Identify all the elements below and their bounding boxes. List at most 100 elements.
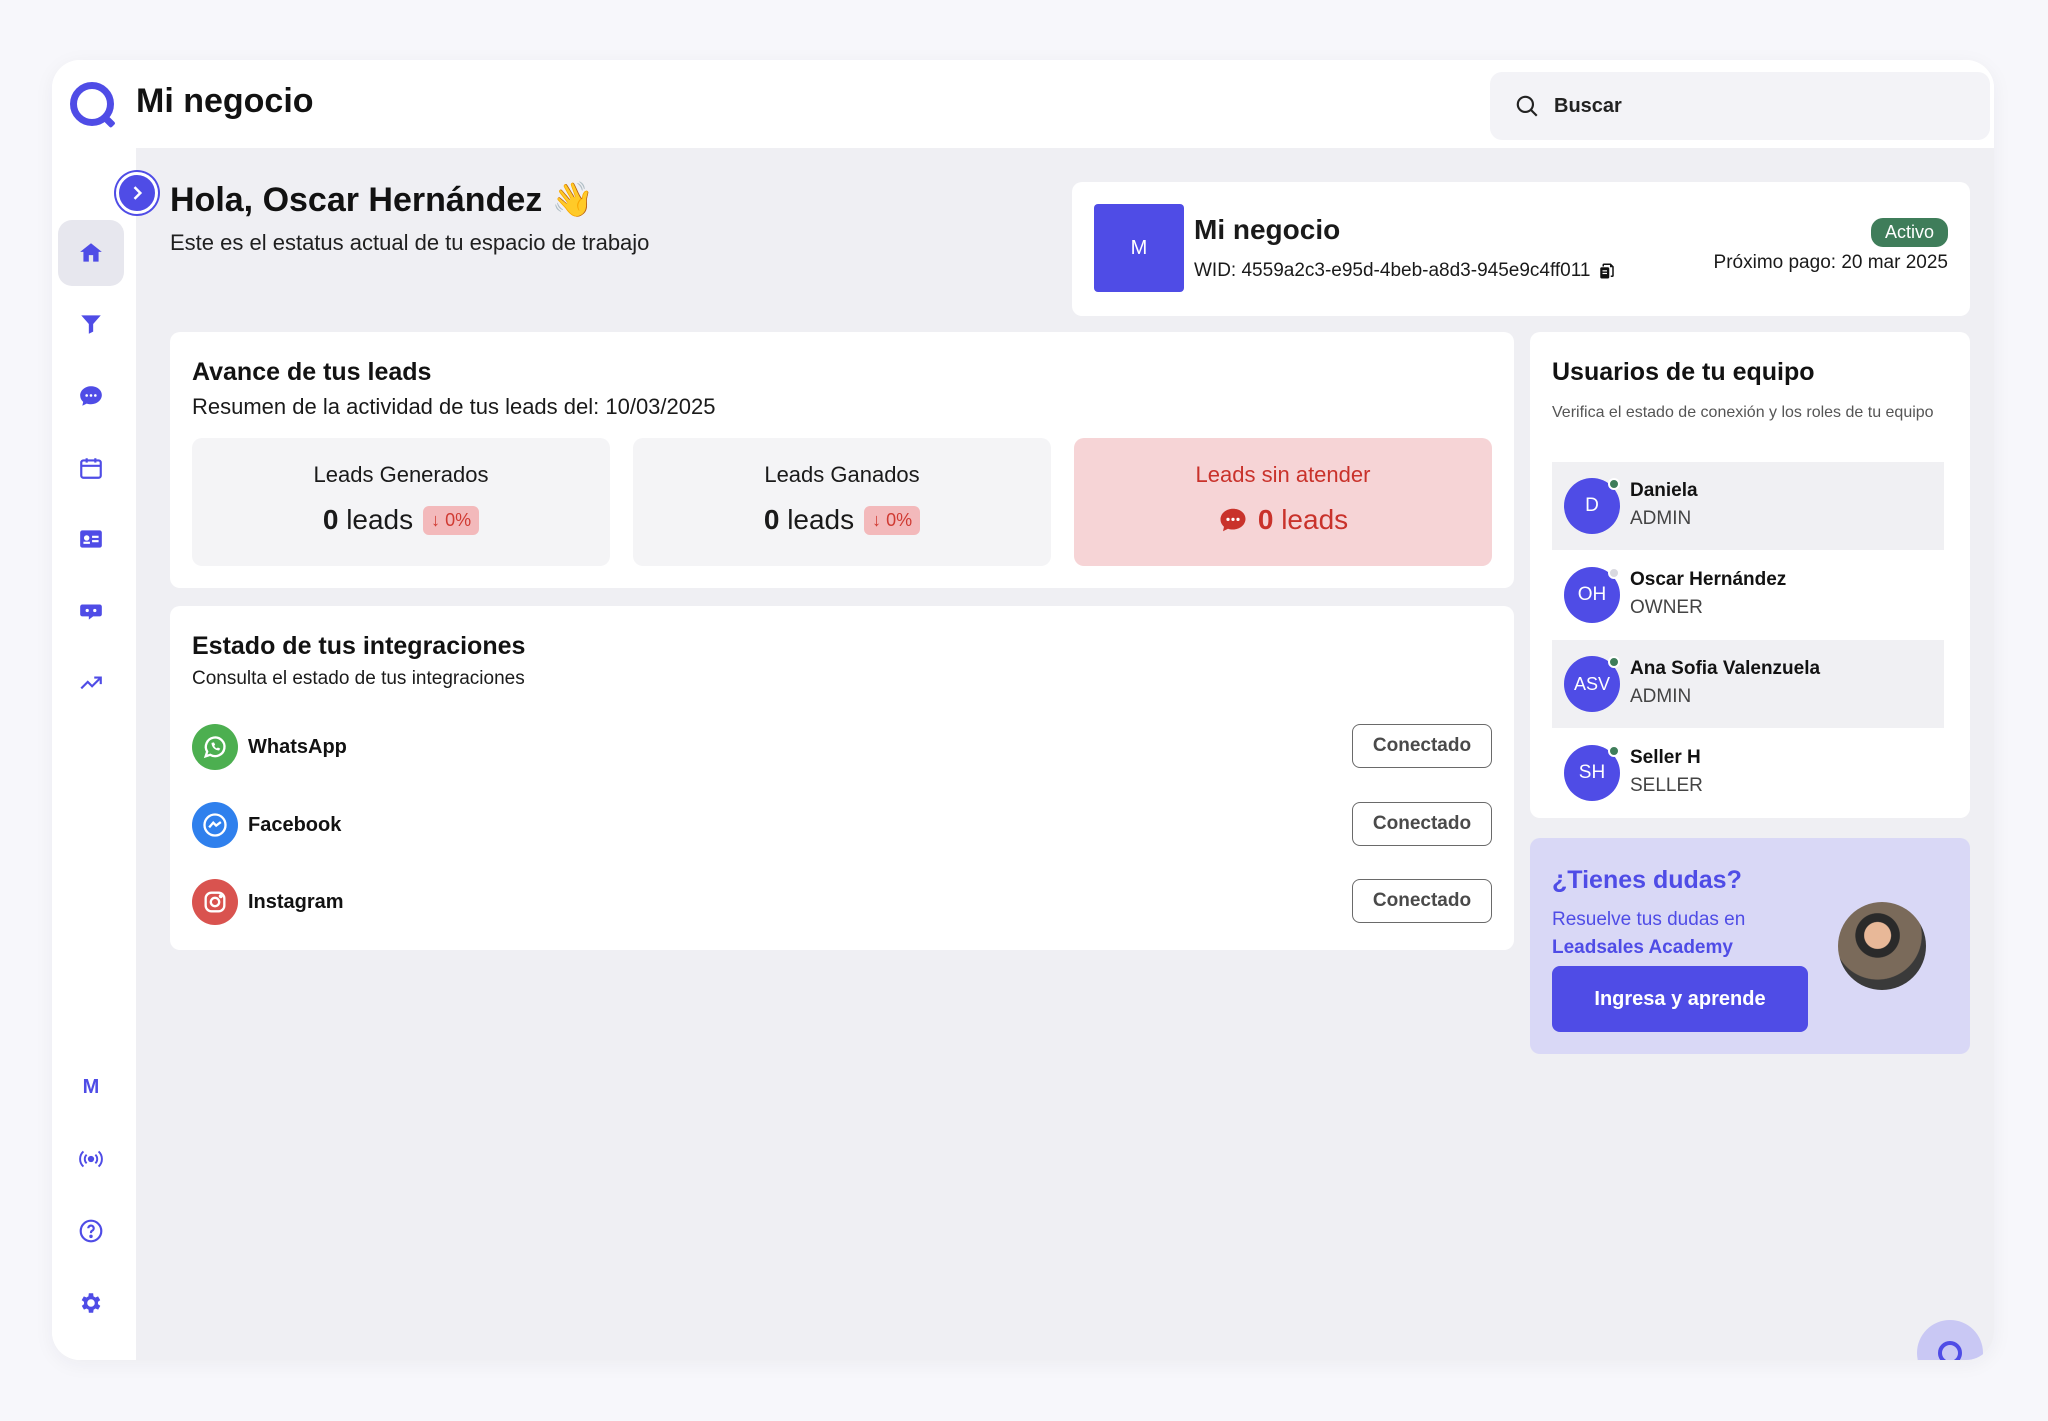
workspace-letter: M [82,1075,100,1098]
integrations-card: Estado de tus integraciones Consulta el … [170,606,1514,950]
copy-icon[interactable] [1598,261,1616,281]
support-chat-icon [1938,1341,1962,1360]
sidebar-item-funnel[interactable] [58,291,124,357]
leads-generated-value: 0 leads ↓ 0% [192,504,610,536]
page-title: Hola, Oscar Hernández 👋 [170,181,595,219]
integration-status-button-whatsapp[interactable]: Conectado [1352,724,1492,768]
sidebar-item-bots[interactable] [58,578,124,644]
business-wid: WID: 4559a2c3-e95d-4beb-a8d3-945e9c4ff01… [1194,260,1616,282]
funnel-icon [81,315,101,334]
team-member-row[interactable]: SH Seller H SELLER [1552,729,1944,817]
app-title: Mi negocio [136,82,314,120]
help-text: Resuelve tus dudas en Leadsales Academy [1552,906,1745,962]
member-name: Oscar Hernández [1630,569,1787,590]
leads-unattended-value: 0 leads [1074,504,1492,536]
leads-won-unit: leads [787,504,855,535]
team-member-row[interactable]: ASV Ana Sofia Valenzuela ADMIN [1552,640,1944,728]
leads-unattended-unit: leads [1281,504,1349,535]
chat-alert-icon [1220,508,1246,532]
online-status-dot [1608,656,1620,668]
sidebar-item-help[interactable] [58,1198,124,1264]
integration-name: WhatsApp [248,736,347,758]
advisor-photo [1838,902,1926,990]
integrations-subtitle: Consulta el estado de tus integraciones [192,668,525,689]
business-avatar: M [1094,204,1184,292]
sidebar-item-settings[interactable] [58,1270,124,1336]
calendar-icon [80,458,102,479]
integrations-title: Estado de tus integraciones [192,632,526,660]
member-role: SELLER [1630,775,1703,796]
sidebar-item-chat[interactable] [58,363,124,429]
sidebar-item-workspace[interactable]: M [58,1054,124,1120]
broadcast-icon [79,1150,103,1168]
settings-icon [81,1293,101,1313]
next-payment: Próximo pago: 20 mar 2025 [1713,252,1948,273]
contact-card-icon [80,530,102,548]
integration-name: Facebook [248,814,342,836]
sidebar-item-home[interactable] [58,220,124,286]
leads-subtitle: Resumen de la actividad de tus leads del… [192,394,716,419]
sidebar-item-contacts[interactable] [58,506,124,572]
help-title: ¿Tienes dudas? [1552,866,1742,894]
help-icon [79,1219,103,1243]
academy-link[interactable]: Leadsales Academy [1552,934,1745,962]
leads-unattended-label: Leads sin atender [1195,462,1371,487]
trend-icon [80,676,102,690]
team-title: Usuarios de tu equipo [1552,358,1815,386]
leads-unattended-count: 0 [1257,504,1274,535]
chevron-right-icon [133,186,143,200]
team-member-row[interactable]: D Daniela ADMIN [1552,462,1944,550]
learn-button[interactable]: Ingresa y aprende [1552,966,1808,1032]
help-card: ¿Tienes dudas? Resuelve tus dudas en Lea… [1530,838,1970,1054]
business-name: Mi negocio [1194,214,1341,245]
team-card: Usuarios de tu equipo Verifica el estado… [1530,332,1970,818]
leads-card: Avance de tus leads Resumen de la activi… [170,332,1514,588]
leads-won-box[interactable]: Leads Ganados 0 leads ↓ 0% [633,438,1051,566]
instagram-icon [192,879,238,925]
member-role: OWNER [1630,597,1703,618]
business-wid-text: WID: 4559a2c3-e95d-4beb-a8d3-945e9c4ff01… [1194,260,1591,281]
bot-icon [80,604,102,620]
integration-name: Instagram [248,891,344,913]
leads-generated-unit: leads [346,504,414,535]
search-input[interactable]: Buscar [1490,72,1990,140]
integration-status-button-facebook[interactable]: Conectado [1352,802,1492,846]
status-badge: Activo [1870,218,1948,247]
leads-generated-count: 0 [322,504,339,535]
home-icon [80,243,102,262]
sidebar-item-calendar[interactable] [58,435,124,501]
member-name: Daniela [1630,480,1698,501]
messenger-icon [192,802,238,848]
leads-won-value: 0 leads ↓ 0% [633,504,1051,536]
team-subtitle: Verifica el estado de conexión y los rol… [1552,404,1934,421]
sidebar-expand-button[interactable] [116,172,158,214]
leads-generated-box[interactable]: Leads Generados 0 leads ↓ 0% [192,438,610,566]
leads-won-change: ↓ 0% [864,505,921,535]
sidebar-item-reports[interactable] [58,650,124,716]
search-icon [1516,95,1538,117]
member-name: Ana Sofia Valenzuela [1630,658,1821,679]
team-member-row[interactable]: OH Oscar Hernández OWNER [1552,551,1944,639]
main-content: Hola, Oscar Hernández 👋 Este es el estat… [136,148,1994,1360]
sidebar: M [52,148,136,1360]
leads-won-count: 0 [763,504,780,535]
chat-icon [80,386,102,406]
offline-status-dot [1608,567,1620,579]
app-window: Mi negocio Buscar M Hola, Oscar Hernánde… [52,60,1994,1360]
top-bar: Mi negocio Buscar [52,60,1994,148]
whatsapp-icon [192,724,238,770]
member-name: Seller H [1630,747,1701,768]
sidebar-item-broadcast[interactable] [58,1126,124,1192]
integration-status-button-instagram[interactable]: Conectado [1352,879,1492,923]
page-subtitle: Este es el estatus actual de tu espacio … [170,230,650,255]
online-status-dot [1608,745,1620,757]
leads-unattended-box[interactable]: Leads sin atender 0 leads [1074,438,1492,566]
app-logo-icon[interactable] [70,82,114,126]
business-card: M Mi negocio WID: 4559a2c3-e95d-4beb-a8d… [1072,182,1970,316]
leads-won-label: Leads Ganados [764,462,920,487]
member-role: ADMIN [1630,686,1692,707]
member-role: ADMIN [1630,508,1692,529]
leads-title: Avance de tus leads [192,358,432,386]
integration-row-facebook: Facebook Conectado [192,802,1492,850]
leads-generated-change: ↓ 0% [423,505,480,535]
